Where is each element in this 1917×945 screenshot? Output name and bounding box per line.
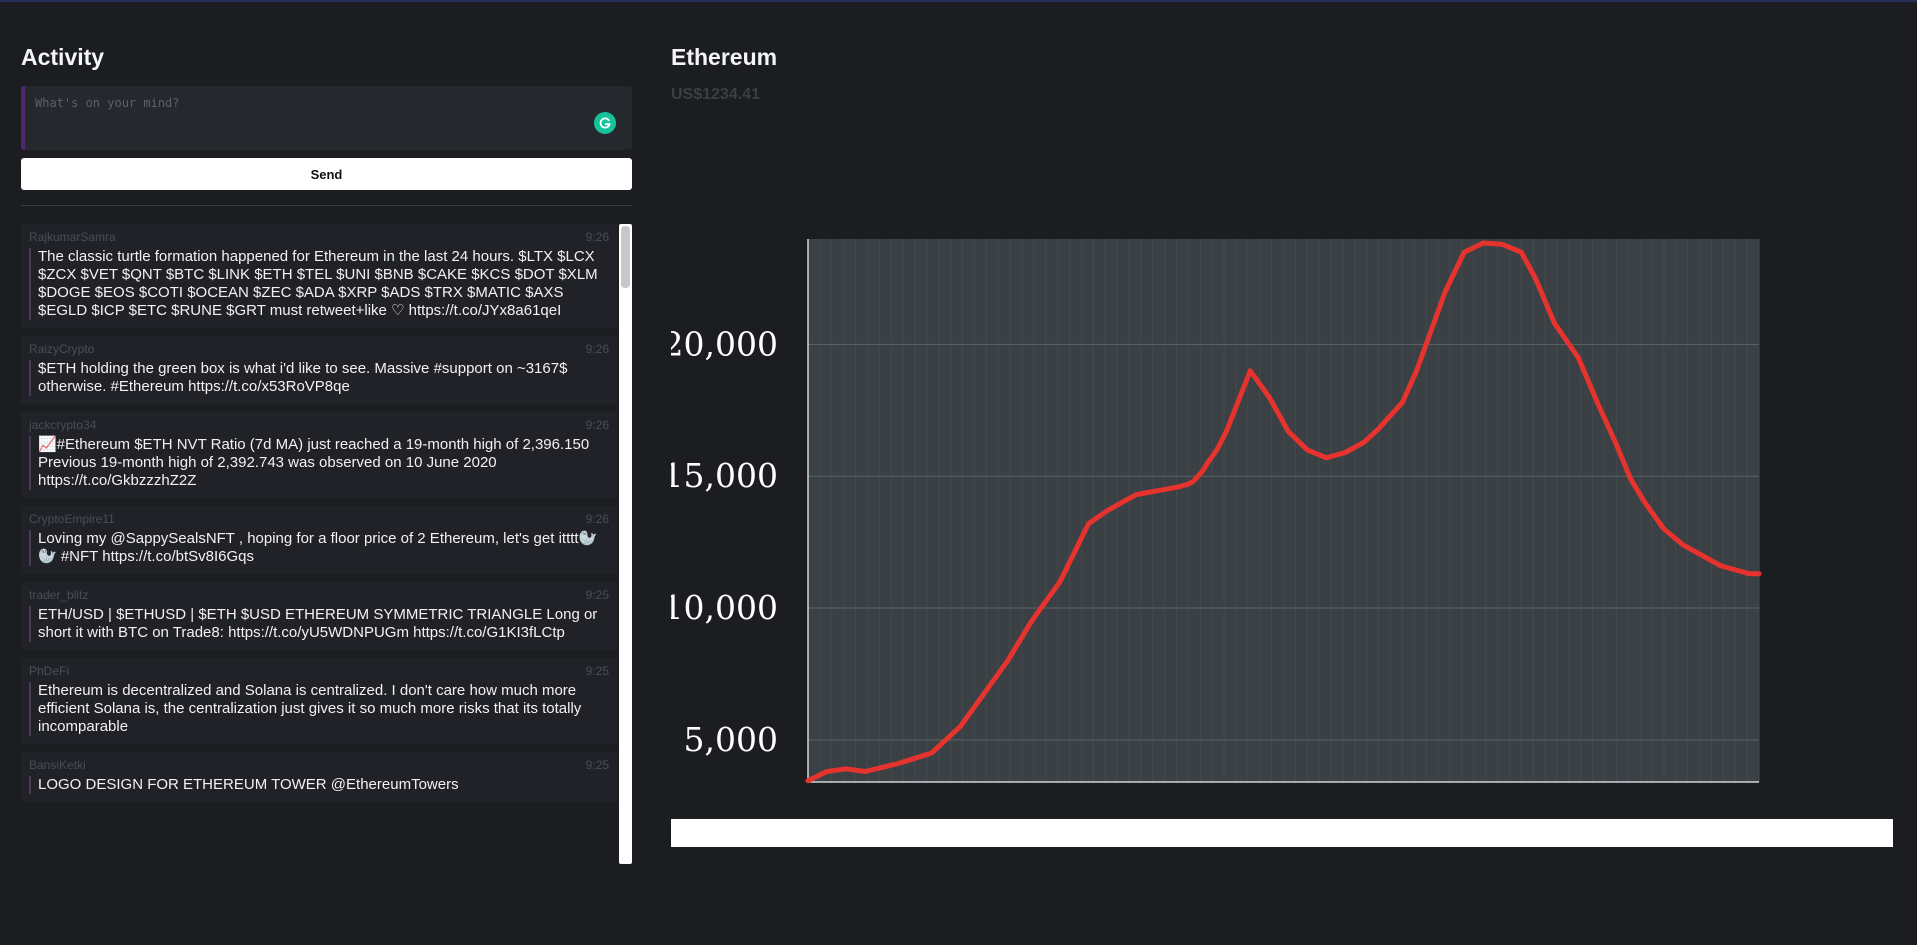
tweet-item[interactable]: trader_blitz 9:25 ETH/USD | $ETHUSD | $ETH…	[21, 582, 617, 650]
price-chart: 5,000 10,000 15,000 20,000	[671, 239, 1762, 784]
divider	[21, 205, 632, 206]
tweet-username[interactable]: BansiKetki	[29, 758, 86, 772]
y-tick-label: 15,000	[671, 456, 778, 495]
tweet-username[interactable]: RajkumarSamra	[29, 230, 116, 244]
tweet-item[interactable]: CryptoEmpire11 9:26 Loving my @SappySealsN…	[21, 506, 617, 574]
feed-scrollbar-thumb[interactable]	[621, 226, 630, 288]
coin-panel: Ethereum US$1234.41 5,000 10,000 15,000 20,…	[671, 2, 1897, 945]
tweet-text: Loving my @SappySealsNFT , hoping for a …	[29, 530, 609, 566]
send-button[interactable]: Send	[21, 158, 632, 190]
tweet-text: LOGO DESIGN FOR ETHEREUM TOWER @Ethereum…	[29, 776, 609, 794]
tweet-time: 9:25	[585, 758, 609, 772]
tweet-username[interactable]: CryptoEmpire11	[29, 512, 115, 526]
activity-panel: Activity Send RajkumarSamra 9:26 The class…	[21, 2, 632, 945]
tweet-time: 9:26	[585, 342, 609, 356]
tweet-item[interactable]: PhDeFi 9:25 Ethereum is decentralized and …	[21, 658, 617, 744]
tweet-header: PhDeFi 9:25	[29, 664, 609, 678]
chart-footer-bar	[671, 819, 1893, 847]
tweet-item[interactable]: jackcrypto34 9:26 📈#Ethereum $ETH NVT Rati…	[21, 412, 617, 498]
tweet-text: Ethereum is decentralized and Solana is …	[29, 682, 609, 736]
tweet-time: 9:25	[585, 588, 609, 602]
tweet-item[interactable]: RaizyCrypto 9:26 $ETH holding the green bo…	[21, 336, 617, 404]
post-input[interactable]	[25, 86, 632, 150]
tweet-text: 📈#Ethereum $ETH NVT Ratio (7d MA) just r…	[29, 436, 609, 490]
tweet-header: jackcrypto34 9:26	[29, 418, 609, 432]
y-tick-label: 10,000	[671, 588, 778, 627]
tweet-time: 9:26	[585, 230, 609, 244]
tweet-item[interactable]: BansiKetki 9:25 LOGO DESIGN FOR ETHEREUM T…	[21, 752, 617, 802]
post-composer	[21, 86, 632, 150]
tweet-header: RaizyCrypto 9:26	[29, 342, 609, 356]
tweet-header: RajkumarSamra 9:26	[29, 230, 609, 244]
tweet-time: 9:26	[585, 512, 609, 526]
grammarly-icon[interactable]	[594, 112, 616, 134]
tweet-username[interactable]: RaizyCrypto	[29, 342, 94, 356]
tweet-username[interactable]: PhDeFi	[29, 664, 69, 678]
tweet-username[interactable]: trader_blitz	[29, 588, 88, 602]
y-tick-label: 20,000	[671, 324, 778, 363]
tweet-feed[interactable]: RajkumarSamra 9:26 The classic turtle form…	[21, 224, 617, 864]
grammarly-glyph	[599, 117, 611, 129]
activity-title: Activity	[21, 44, 105, 70]
tweet-text: The classic turtle formation happened fo…	[29, 248, 609, 320]
tweet-username[interactable]: jackcrypto34	[29, 418, 96, 432]
tweet-header: trader_blitz 9:25	[29, 588, 609, 602]
feed-scrollbar[interactable]	[619, 224, 632, 864]
tweet-time: 9:26	[585, 418, 609, 432]
tweet-time: 9:25	[585, 664, 609, 678]
tweet-item[interactable]: RajkumarSamra 9:26 The classic turtle form…	[21, 224, 617, 328]
tweet-header: BansiKetki 9:25	[29, 758, 609, 772]
tweet-text: $ETH holding the green box is what i'd l…	[29, 360, 609, 396]
tweet-header: CryptoEmpire11 9:26	[29, 512, 609, 526]
y-tick-label: 5,000	[684, 720, 778, 759]
tweet-text: ETH/USD | $ETHUSD | $ETH $USD ETHEREUM S…	[29, 606, 609, 642]
